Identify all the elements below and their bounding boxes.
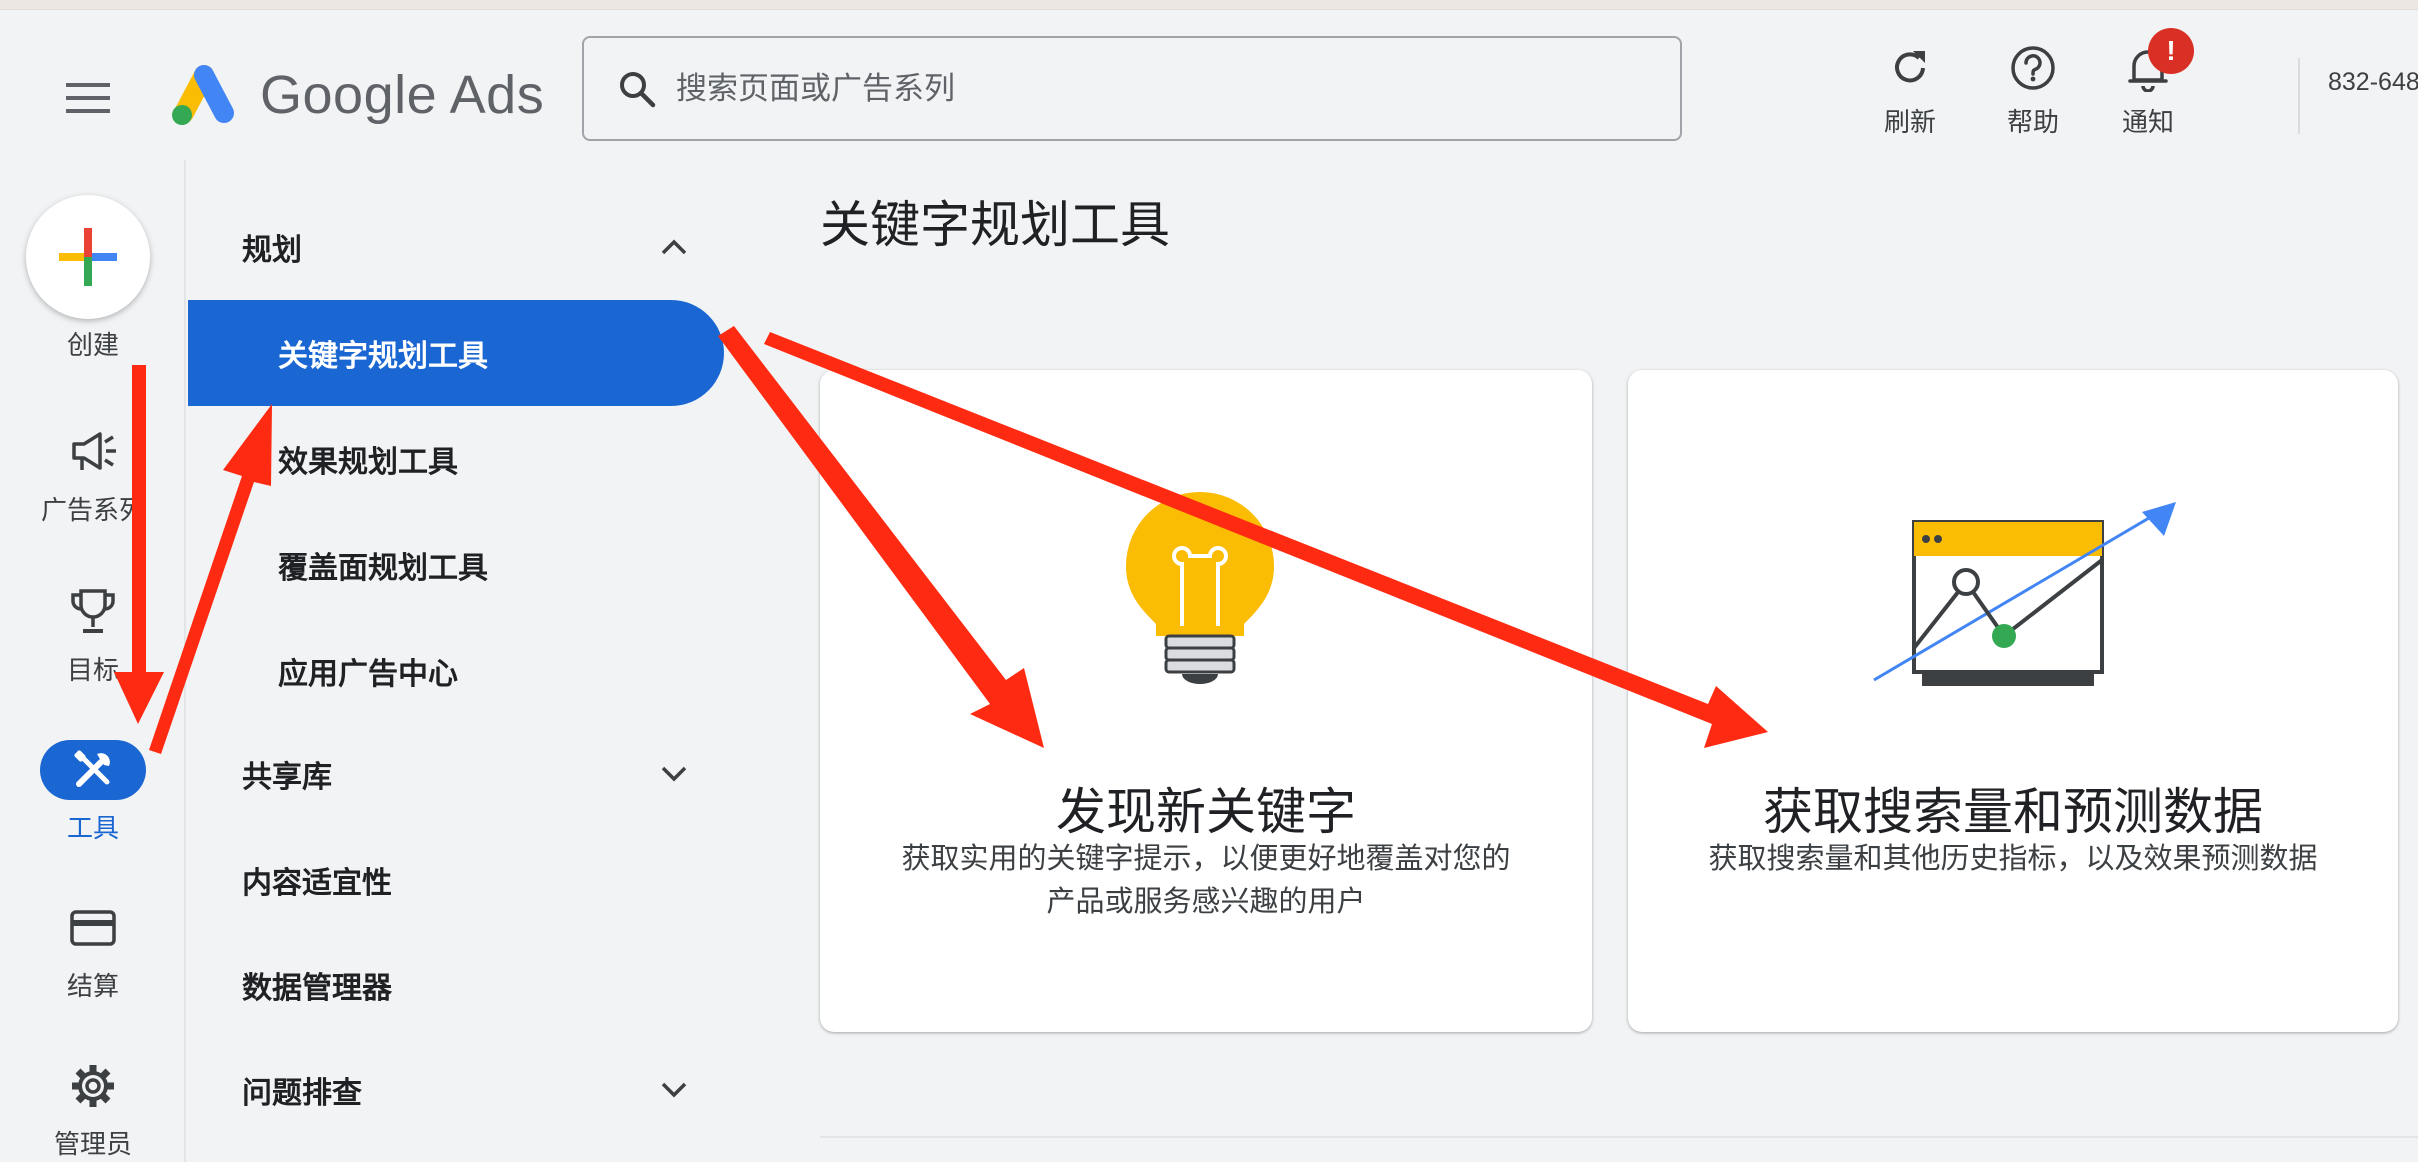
keyword-planner-label: 关键字规划工具	[278, 340, 488, 373]
section-shared-library[interactable]: 共享库	[188, 734, 728, 814]
chevron-down-icon	[654, 754, 694, 794]
create-button[interactable]	[26, 195, 150, 319]
troubleshooting-label: 问题排查	[242, 1077, 362, 1110]
search-volume-forecasts-title: 获取搜索量和预测数据	[1763, 784, 2263, 840]
search-icon	[614, 66, 660, 112]
notifications-label: 通知	[2121, 107, 2174, 137]
refresh-icon	[1882, 40, 1938, 96]
lightbulb-icon	[1126, 492, 1274, 684]
trophy-icon	[63, 582, 123, 642]
header-divider	[2298, 58, 2300, 134]
help-button[interactable]: 帮助	[1978, 32, 2088, 142]
help-icon	[2005, 40, 2061, 96]
subnav-item-app-advertising-hub[interactable]: 应用广告中心	[188, 618, 724, 724]
tools-icon	[74, 750, 110, 787]
top-bar: Google Ads 刷新	[0, 10, 2418, 160]
campaigns-label: 广告系列	[40, 495, 145, 525]
planning-label: 规划	[242, 234, 302, 267]
content-suitability-label: 内容适宜性	[242, 867, 392, 900]
credit-card-icon	[63, 898, 123, 958]
google-ads-mark-icon	[172, 65, 234, 125]
performance-planner-label: 效果规划工具	[278, 446, 458, 479]
create-label: 创建	[66, 330, 119, 360]
search-box[interactable]	[582, 36, 1682, 141]
hamburger-menu-icon	[66, 83, 110, 113]
notification-alert-badge: !	[2148, 28, 2194, 74]
nav-campaigns[interactable]	[0, 422, 186, 482]
gear-icon	[63, 1056, 123, 1116]
nav-admin[interactable]	[0, 1056, 186, 1116]
search-volume-forecasts-card[interactable]: 获取搜索量和预测数据 获取搜索量和其他历史指标，以及效果预测数据	[1628, 370, 2398, 1032]
refresh-label: 刷新	[1883, 107, 1936, 137]
subnav-item-reach-planner[interactable]: 覆盖面规划工具	[188, 512, 724, 618]
app-advertising-hub-label: 应用广告中心	[278, 658, 458, 691]
subnav-item-performance-planner[interactable]: 效果规划工具	[188, 406, 724, 512]
section-planning[interactable]: 规划	[188, 207, 728, 287]
chevron-down-icon	[654, 1070, 694, 1110]
tools-subnav: 规划 关键字规划工具 效果规划工具 覆盖面规划工具 应用广告中心 共享库 内容适…	[188, 160, 728, 1162]
discover-keywords-desc-line2: 产品或服务感兴趣的用户	[1046, 886, 1366, 918]
tools-label: 工具	[66, 813, 119, 843]
plus-icon	[59, 228, 117, 286]
help-label: 帮助	[2006, 107, 2059, 137]
forecast-chart-icon	[1873, 502, 2176, 686]
subnav-item-keyword-planner[interactable]: 关键字规划工具	[188, 300, 724, 406]
logo-text: Google Ads	[260, 65, 545, 125]
section-data-manager[interactable]: 数据管理器	[188, 945, 728, 1025]
page-title: 关键字规划工具	[820, 197, 1170, 253]
goals-label: 目标	[66, 655, 119, 685]
search-volume-forecasts-desc: 获取搜索量和其他历史指标，以及效果预测数据	[1708, 843, 2318, 875]
account-id[interactable]: 832-648	[2328, 68, 2418, 97]
billing-label: 结算	[66, 971, 119, 1001]
main-menu-button[interactable]	[60, 70, 116, 126]
discover-keywords-desc-line1: 获取实用的关键字提示，以便更好地覆盖对您的	[901, 843, 1511, 875]
reach-planner-label: 覆盖面规划工具	[278, 552, 488, 585]
data-manager-label: 数据管理器	[242, 972, 392, 1005]
nav-goals[interactable]	[0, 582, 186, 642]
search-input[interactable]	[676, 70, 1576, 107]
discover-keywords-title: 发现新关键字	[1056, 784, 1356, 840]
megaphone-icon	[63, 422, 123, 482]
app-window: Google Ads 刷新	[0, 0, 2418, 1162]
section-troubleshooting[interactable]: 问题排查	[188, 1050, 728, 1130]
section-content-suitability[interactable]: 内容适宜性	[188, 840, 728, 920]
nav-tools[interactable]	[0, 740, 186, 800]
chevron-up-icon	[654, 227, 694, 267]
admin-label: 管理员	[53, 1129, 132, 1159]
discover-keywords-card[interactable]: 发现新关键字 获取实用的关键字提示，以便更好地覆盖对您的 产品或服务感兴趣的用户	[820, 370, 1592, 1032]
left-nav-rail: 创建 广告系列 目标 工具 结算 管理员	[0, 160, 186, 1162]
refresh-button[interactable]: 刷新	[1855, 32, 1965, 142]
shared-library-label: 共享库	[242, 761, 332, 794]
content-divider	[820, 1136, 2418, 1138]
nav-billing[interactable]	[0, 898, 186, 958]
tools-active-pill	[40, 740, 146, 800]
google-ads-logo[interactable]: Google Ads	[168, 55, 544, 135]
browser-top-strip	[0, 0, 2418, 10]
